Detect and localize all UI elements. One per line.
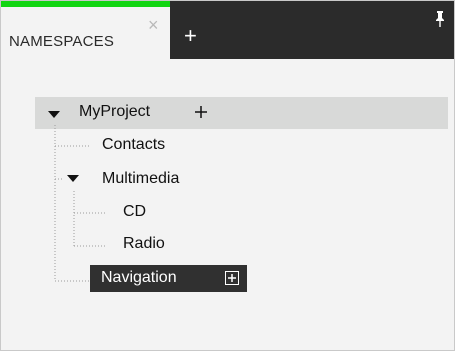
add-navigation-child-icon[interactable] xyxy=(225,271,239,285)
expand-multimedia-icon[interactable] xyxy=(67,175,79,182)
close-tab-icon[interactable]: × xyxy=(148,16,159,34)
namespaces-panel: NAMESPACES × + MyProject Contacts Multim… xyxy=(0,0,455,351)
add-tab-button[interactable]: + xyxy=(184,25,197,47)
tree-node-myproject[interactable]: MyProject xyxy=(79,102,150,122)
tab-namespaces-label: NAMESPACES xyxy=(9,33,115,50)
tree-node-cd[interactable]: CD xyxy=(123,202,146,222)
tab-namespaces[interactable]: NAMESPACES × xyxy=(1,1,170,59)
tree-node-navigation[interactable]: Navigation xyxy=(101,268,177,288)
pin-icon[interactable] xyxy=(434,10,446,28)
tree-node-multimedia[interactable]: Multimedia xyxy=(102,169,179,189)
tree-node-navigation-selected[interactable]: Navigation xyxy=(90,265,247,292)
tree-node-contacts[interactable]: Contacts xyxy=(102,135,165,155)
tab-bar: NAMESPACES × + xyxy=(1,1,454,59)
expand-myproject-icon[interactable] xyxy=(48,111,60,118)
tree-node-radio[interactable]: Radio xyxy=(123,234,165,254)
add-myproject-child-icon[interactable] xyxy=(194,105,208,119)
